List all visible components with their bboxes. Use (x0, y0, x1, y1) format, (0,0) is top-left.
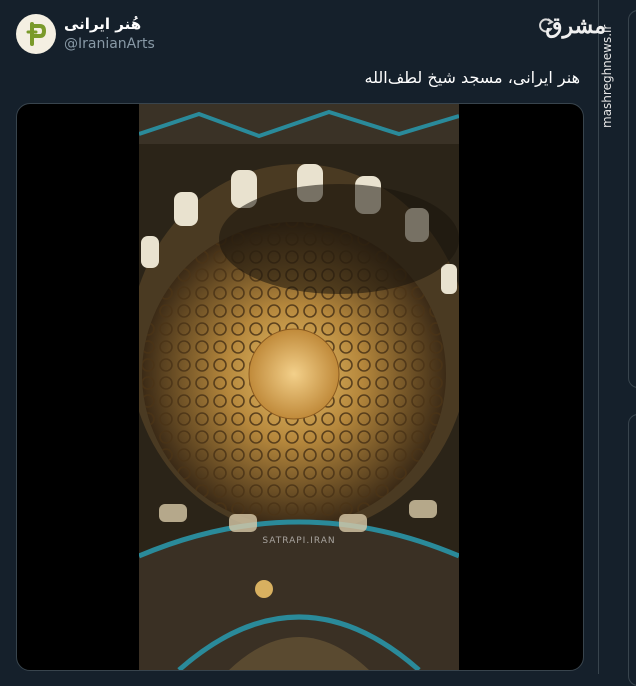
tweet-author: هُنر ایرانی @IranianArts (64, 14, 155, 54)
video-watermark: SATRAPI.IRAN (262, 536, 336, 546)
iranian-arts-logo-icon (26, 22, 47, 46)
tweet-media[interactable]: SATRAPI.IRAN (16, 103, 584, 671)
divider (598, 0, 599, 674)
mosque-dome-video[interactable]: SATRAPI.IRAN (129, 104, 469, 670)
sidebar-card[interactable] (628, 10, 636, 388)
display-name[interactable]: هُنر ایرانی (64, 14, 155, 34)
tweet-text: هنر ایرانی، مسجد شیخ لطف‌الله (364, 68, 580, 87)
sidebar-card[interactable] (628, 414, 636, 686)
dome-image (129, 104, 469, 670)
avatar[interactable] (16, 14, 56, 54)
site-url: mashreghnews.ir (600, 24, 614, 128)
tweet-card[interactable]: هُنر ایرانی @IranianArts هنر ایرانی، مسج… (0, 0, 600, 674)
site-logo: مشرق (545, 13, 606, 39)
user-handle[interactable]: @IranianArts (64, 34, 155, 54)
